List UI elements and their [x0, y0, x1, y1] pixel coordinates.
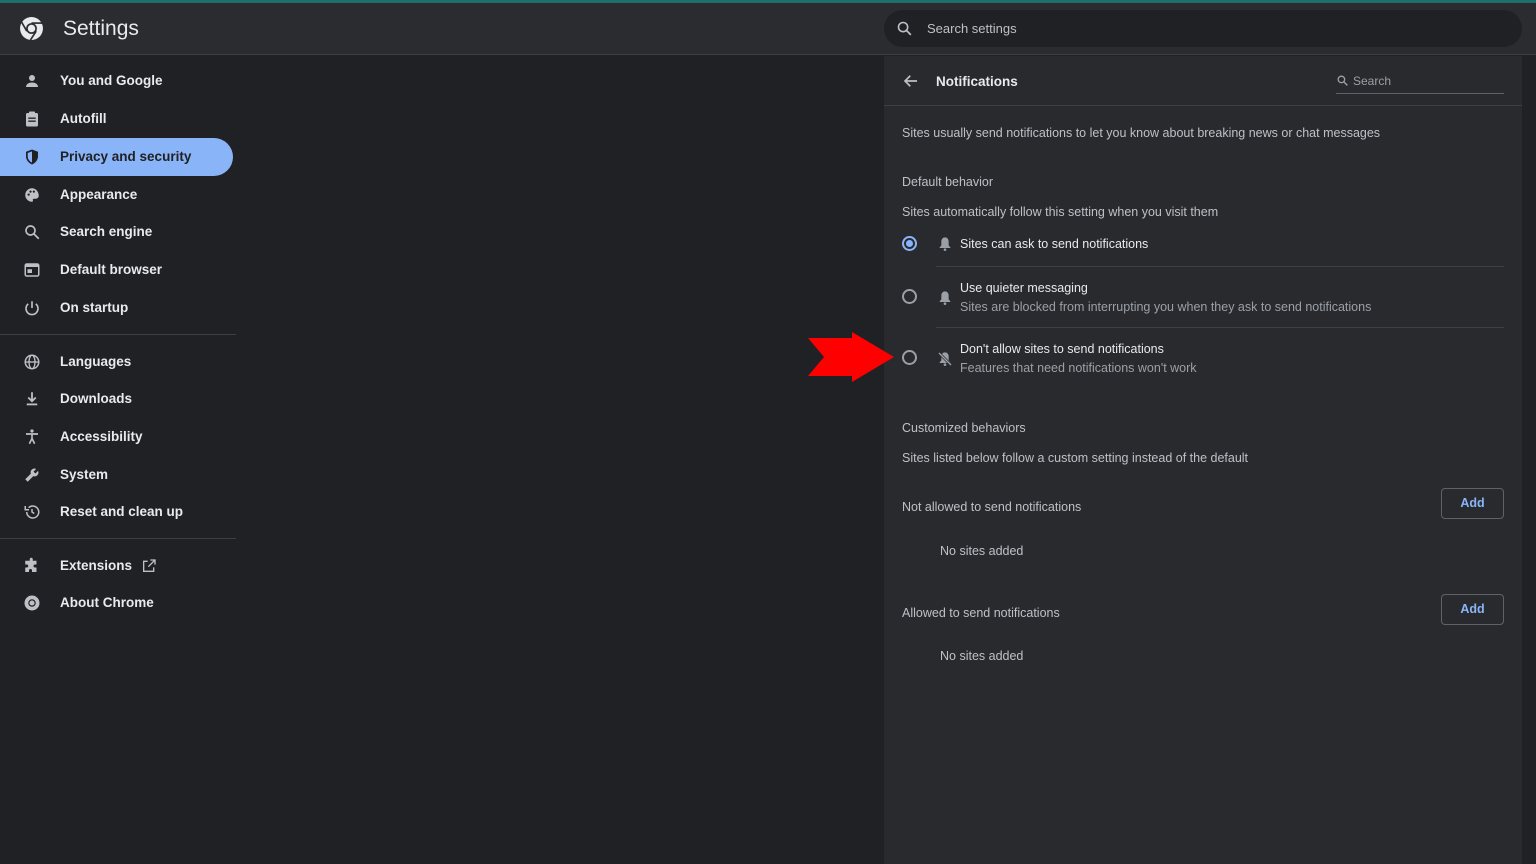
- sidebar-divider: [0, 538, 236, 539]
- option-sublabel: Features that need notifications won't w…: [960, 361, 1197, 375]
- sidebar-item-extensions[interactable]: Extensions: [0, 547, 233, 585]
- sidebar-item-label: Search engine: [60, 224, 153, 239]
- accessibility-icon: [26, 429, 38, 445]
- option-label: Don't allow sites to send notifications: [960, 342, 1164, 356]
- power-icon: [25, 301, 39, 316]
- bell-icon: [939, 291, 951, 305]
- restore-icon: [24, 505, 40, 519]
- search-settings-input[interactable]: Search settings: [884, 10, 1522, 47]
- option-sublabel: Sites are blocked from interrupting you …: [960, 300, 1372, 314]
- sidebar-item-label: Extensions: [60, 558, 133, 573]
- not-allowed-list-title: Not allowed to send notifications: [902, 500, 1082, 514]
- notifications-title: Notifications: [936, 74, 1018, 89]
- sidebar-item-label: Accessibility: [60, 429, 143, 444]
- sidebar-item-on-startup[interactable]: On startup: [0, 289, 233, 327]
- sidebar-item-reset-and-clean-up[interactable]: Reset and clean up: [0, 493, 233, 531]
- radio-quieter-messaging[interactable]: [902, 289, 917, 304]
- sidebar-item-label: Reset and clean up: [60, 504, 184, 519]
- search-settings-placeholder: Search settings: [927, 21, 1017, 36]
- sidebar-divider: [0, 334, 236, 335]
- sidebar-item-default-browser[interactable]: Default browser: [0, 251, 233, 289]
- sidebar-item-languages[interactable]: Languages: [0, 343, 233, 381]
- allowed-list-title: Allowed to send notifications: [902, 606, 1060, 620]
- default-behavior-description: Sites automatically follow this setting …: [902, 205, 1219, 219]
- search-icon: [897, 21, 912, 36]
- shield-icon: [26, 149, 38, 165]
- bell-off-icon: [938, 352, 952, 366]
- sidebar-item-privacy-and-security[interactable]: Privacy and security: [0, 138, 233, 176]
- sidebar-item-appearance[interactable]: Appearance: [0, 176, 233, 214]
- chrome-logo-icon: [20, 17, 43, 41]
- notifications-intro: Sites usually send notifications to let …: [902, 126, 1381, 140]
- allowed-empty-text: No sites added: [940, 649, 1024, 663]
- customized-behaviors-heading: Customized behaviors: [902, 421, 1026, 435]
- wrench-icon: [25, 468, 39, 482]
- search-icon: [25, 225, 40, 240]
- sidebar-item-label: On startup: [60, 300, 129, 315]
- notifications-panel: Notifications Search Sites usually send …: [884, 56, 1522, 864]
- not-allowed-empty-text: No sites added: [940, 544, 1024, 558]
- sidebar-item-accessibility[interactable]: Accessibility: [0, 418, 233, 456]
- page-title: Settings: [63, 17, 139, 40]
- sidebar-item-autofill[interactable]: Autofill: [0, 100, 233, 138]
- puzzle-icon: [25, 557, 37, 572]
- customized-behaviors-description: Sites listed below follow a custom setti…: [902, 451, 1249, 465]
- chrome-icon: [24, 595, 40, 611]
- globe-icon: [24, 354, 40, 370]
- sidebar-item-downloads[interactable]: Downloads: [0, 380, 233, 418]
- search-icon: [1337, 75, 1348, 86]
- sidebar-item-you-and-google[interactable]: You and Google: [0, 62, 233, 100]
- default-behavior-heading: Default behavior: [902, 175, 994, 189]
- sidebar-item-about-chrome[interactable]: About Chrome: [0, 584, 233, 622]
- clipboard-icon: [26, 111, 38, 127]
- sidebar: You and Google Autofill Privacy and secu…: [0, 56, 236, 864]
- person-icon: [26, 75, 38, 87]
- option-divider: [936, 266, 1504, 267]
- sidebar-item-label: Downloads: [60, 391, 133, 406]
- sidebar-item-label: Privacy and security: [60, 149, 192, 164]
- back-arrow-icon[interactable]: [902, 72, 920, 90]
- radio-dont-allow[interactable]: [902, 350, 917, 365]
- red-arrow-annotation-icon: [808, 332, 894, 382]
- add-allowed-button[interactable]: Add: [1441, 594, 1504, 625]
- notifications-search-input[interactable]: Search: [1336, 72, 1504, 94]
- option-label: Use quieter messaging: [960, 281, 1088, 295]
- radio-sites-can-ask[interactable]: [902, 236, 917, 251]
- add-not-allowed-button[interactable]: Add: [1441, 488, 1504, 519]
- option-label: Sites can ask to send notifications: [960, 237, 1149, 251]
- notifications-header: Notifications Search: [884, 56, 1522, 106]
- sidebar-item-label: Default browser: [60, 262, 163, 277]
- sidebar-item-label: You and Google: [60, 73, 163, 88]
- option-divider: [936, 327, 1504, 328]
- external-link-icon: [143, 559, 156, 572]
- palette-icon: [25, 188, 39, 202]
- bell-icon: [939, 237, 951, 251]
- settings-header: Settings Search settings: [0, 3, 1536, 55]
- browser-icon: [24, 263, 40, 277]
- sidebar-item-label: About Chrome: [60, 595, 154, 610]
- notifications-search-placeholder: Search: [1353, 74, 1392, 88]
- sidebar-item-label: Languages: [60, 354, 132, 369]
- sidebar-item-label: Appearance: [60, 187, 138, 202]
- sidebar-item-label: Autofill: [60, 111, 107, 126]
- sidebar-item-label: System: [60, 467, 109, 482]
- sidebar-item-system[interactable]: System: [0, 456, 233, 494]
- download-icon: [26, 392, 38, 406]
- sidebar-item-search-engine[interactable]: Search engine: [0, 213, 233, 251]
